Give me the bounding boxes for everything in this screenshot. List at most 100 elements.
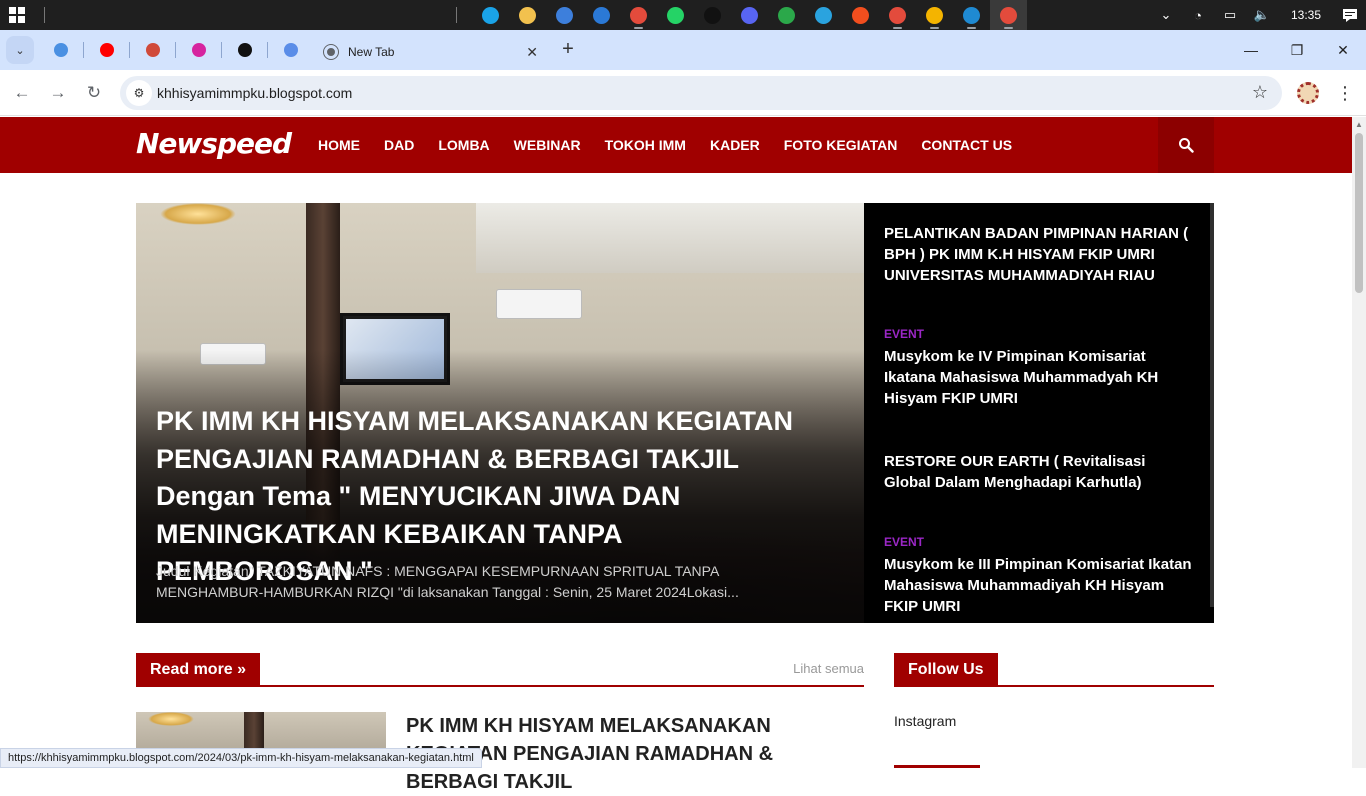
- new-tab-button[interactable]: +: [556, 38, 580, 62]
- taskbar-app[interactable]: [694, 0, 731, 30]
- side-post-title[interactable]: Musykom ke IV Pimpinan Komisariat Ikatan…: [884, 346, 1194, 409]
- taskbar-app[interactable]: [731, 0, 768, 30]
- vscode-icon: [963, 6, 980, 24]
- page-scrollbar[interactable]: ▲: [1352, 117, 1366, 768]
- battery-icon[interactable]: ▭: [1214, 0, 1246, 30]
- scroll-up-icon[interactable]: ▲: [1355, 121, 1363, 129]
- whatsapp-icon: [667, 6, 684, 24]
- clock[interactable]: 13:35: [1278, 8, 1334, 22]
- main-nav: HOME DAD LOMBA WEBINAR TOKOH IMM KADER FOTO KE…: [306, 117, 1024, 173]
- nav-item-foto-kegiatan[interactable]: FOTO KEGIATAN: [772, 117, 910, 173]
- taskbar-app[interactable]: [509, 0, 546, 30]
- taskbar-app[interactable]: [953, 0, 990, 30]
- minimize-icon[interactable]: —: [1228, 30, 1274, 70]
- taskbar-app[interactable]: [879, 0, 916, 30]
- tray-chevron-icon[interactable]: ⌄: [1150, 0, 1182, 30]
- nav-item-kader[interactable]: KADER: [698, 117, 772, 173]
- taskbar-app[interactable]: [842, 0, 879, 30]
- running-indicator: [1004, 27, 1013, 29]
- windows-start-icon[interactable]: [9, 7, 25, 23]
- tab-new-tab[interactable]: New Tab ✕: [312, 34, 550, 70]
- telegram-icon: [815, 6, 832, 24]
- nav-item-tokoh-imm[interactable]: TOKOH IMM: [593, 117, 698, 173]
- side-post-title[interactable]: PELANTIKAN BADAN PIMPINAN HARIAN ( BPH )…: [884, 223, 1194, 286]
- side-list-scrollbar[interactable]: [1210, 203, 1214, 607]
- site-info-icon[interactable]: ⚙: [126, 80, 152, 106]
- chrome-profile-icon: [778, 6, 795, 24]
- taskbar-app[interactable]: [472, 0, 509, 30]
- site-header: Newspeed HOME DAD LOMBA WEBINAR TOKOH IMM KAD…: [0, 117, 1352, 173]
- tab-tiktok[interactable]: [222, 36, 268, 64]
- taskbar-app[interactable]: [657, 0, 694, 30]
- side-post-title[interactable]: Musykom ke III Pimpinan Komisariat Ikata…: [884, 554, 1194, 617]
- taskbar: ⌄ ◔ ▭ 🔈 13:35: [0, 0, 1366, 30]
- wifi-icon[interactable]: ◔: [1182, 0, 1214, 30]
- tab-title: New Tab: [348, 45, 395, 59]
- search-icon: [1179, 138, 1194, 153]
- url-text[interactable]: khhisyamimmpku.blogspot.com: [157, 85, 352, 101]
- side-post-item[interactable]: PELANTIKAN BADAN PIMPINAN HARIAN ( BPH )…: [884, 223, 1194, 286]
- tab-search-icon[interactable]: ⌄: [6, 36, 34, 64]
- close-window-icon[interactable]: ✕: [1320, 30, 1366, 70]
- tab-favicon-icon: [284, 43, 298, 57]
- running-indicator: [930, 27, 939, 29]
- tab-favicon-icon: [192, 43, 206, 57]
- tab-instagram[interactable]: [176, 36, 222, 64]
- browser-menu-icon[interactable]: ⋮: [1336, 80, 1354, 106]
- extension-icon[interactable]: [1297, 82, 1319, 104]
- back-icon[interactable]: ←: [8, 79, 36, 107]
- instagram-label: Instagram: [894, 713, 957, 729]
- side-post-item[interactable]: EVENT Musykom ke III Pimpinan Komisariat …: [884, 535, 1194, 617]
- site-logo[interactable]: Newspeed: [136, 127, 292, 160]
- reload-icon[interactable]: ↻: [80, 79, 108, 107]
- tab-blog-active-small[interactable]: [130, 36, 176, 64]
- side-post-category[interactable]: EVENT: [884, 327, 1194, 341]
- forward-icon[interactable]: →: [44, 79, 72, 107]
- volume-icon[interactable]: 🔈: [1246, 0, 1278, 30]
- taskbar-app[interactable]: [583, 0, 620, 30]
- tab-favicon-icon: [100, 43, 114, 57]
- restore-icon[interactable]: ❐: [1274, 30, 1320, 70]
- running-indicator: [967, 27, 976, 29]
- read-more-tab[interactable]: Read more »: [136, 653, 261, 687]
- nav-item-home[interactable]: HOME: [306, 117, 372, 173]
- side-post-list: PELANTIKAN BADAN PIMPINAN HARIAN ( BPH )…: [864, 203, 1214, 623]
- chrome-icon: [630, 6, 647, 24]
- side-post-title[interactable]: RESTORE OUR EARTH ( Revitalisasi Global …: [884, 451, 1194, 493]
- taskbar-apps: [472, 0, 1027, 30]
- side-post-category[interactable]: EVENT: [884, 535, 1194, 549]
- mail-icon: [593, 6, 610, 24]
- new-tab-favicon-icon: [323, 44, 339, 60]
- follow-us-header: Follow Us: [894, 653, 1214, 687]
- featured-post[interactable]: PK IMM KH HISYAM MELAKSANAKAN KEGIATAN P…: [136, 203, 864, 623]
- bookmark-star-icon[interactable]: ☆: [1252, 82, 1268, 103]
- nav-item-dad[interactable]: DAD: [372, 117, 426, 173]
- side-post-item[interactable]: EVENT Musykom ke IV Pimpinan Komisariat I…: [884, 327, 1194, 409]
- tab-6[interactable]: [268, 36, 314, 64]
- nav-item-webinar[interactable]: WEBINAR: [502, 117, 593, 173]
- chrome-active-icon: [1000, 6, 1017, 24]
- address-bar[interactable]: ⚙ khhisyamimmpku.blogspot.com ☆: [120, 76, 1282, 110]
- taskbar-app[interactable]: [805, 0, 842, 30]
- taskbar-app[interactable]: [768, 0, 805, 30]
- tab-1[interactable]: [38, 36, 84, 64]
- scroll-thumb[interactable]: [1355, 133, 1363, 293]
- nav-item-contact-us[interactable]: CONTACT US: [909, 117, 1024, 173]
- file-explorer-icon: [519, 6, 536, 24]
- close-tab-icon[interactable]: ✕: [526, 44, 538, 61]
- chrome-profile-3-icon: [926, 6, 943, 24]
- nav-item-lomba[interactable]: LOMBA: [426, 117, 501, 173]
- edge-icon: [482, 6, 499, 24]
- tab-favicon-icon: [238, 43, 252, 57]
- search-button[interactable]: [1158, 117, 1214, 173]
- taskbar-app[interactable]: [916, 0, 953, 30]
- side-post-item[interactable]: RESTORE OUR EARTH ( Revitalisasi Global …: [884, 451, 1194, 493]
- taskbar-separator: [44, 7, 45, 23]
- taskbar-app[interactable]: [546, 0, 583, 30]
- tab-youtube[interactable]: [84, 36, 130, 64]
- browser-toolbar: ← → ↻ ⚙ khhisyamimmpku.blogspot.com ☆: [0, 70, 1366, 116]
- taskbar-app[interactable]: [620, 0, 657, 30]
- taskbar-app[interactable]: [990, 0, 1027, 30]
- notifications-icon[interactable]: [1334, 0, 1366, 30]
- see-all-link[interactable]: Lihat semua: [793, 661, 864, 676]
